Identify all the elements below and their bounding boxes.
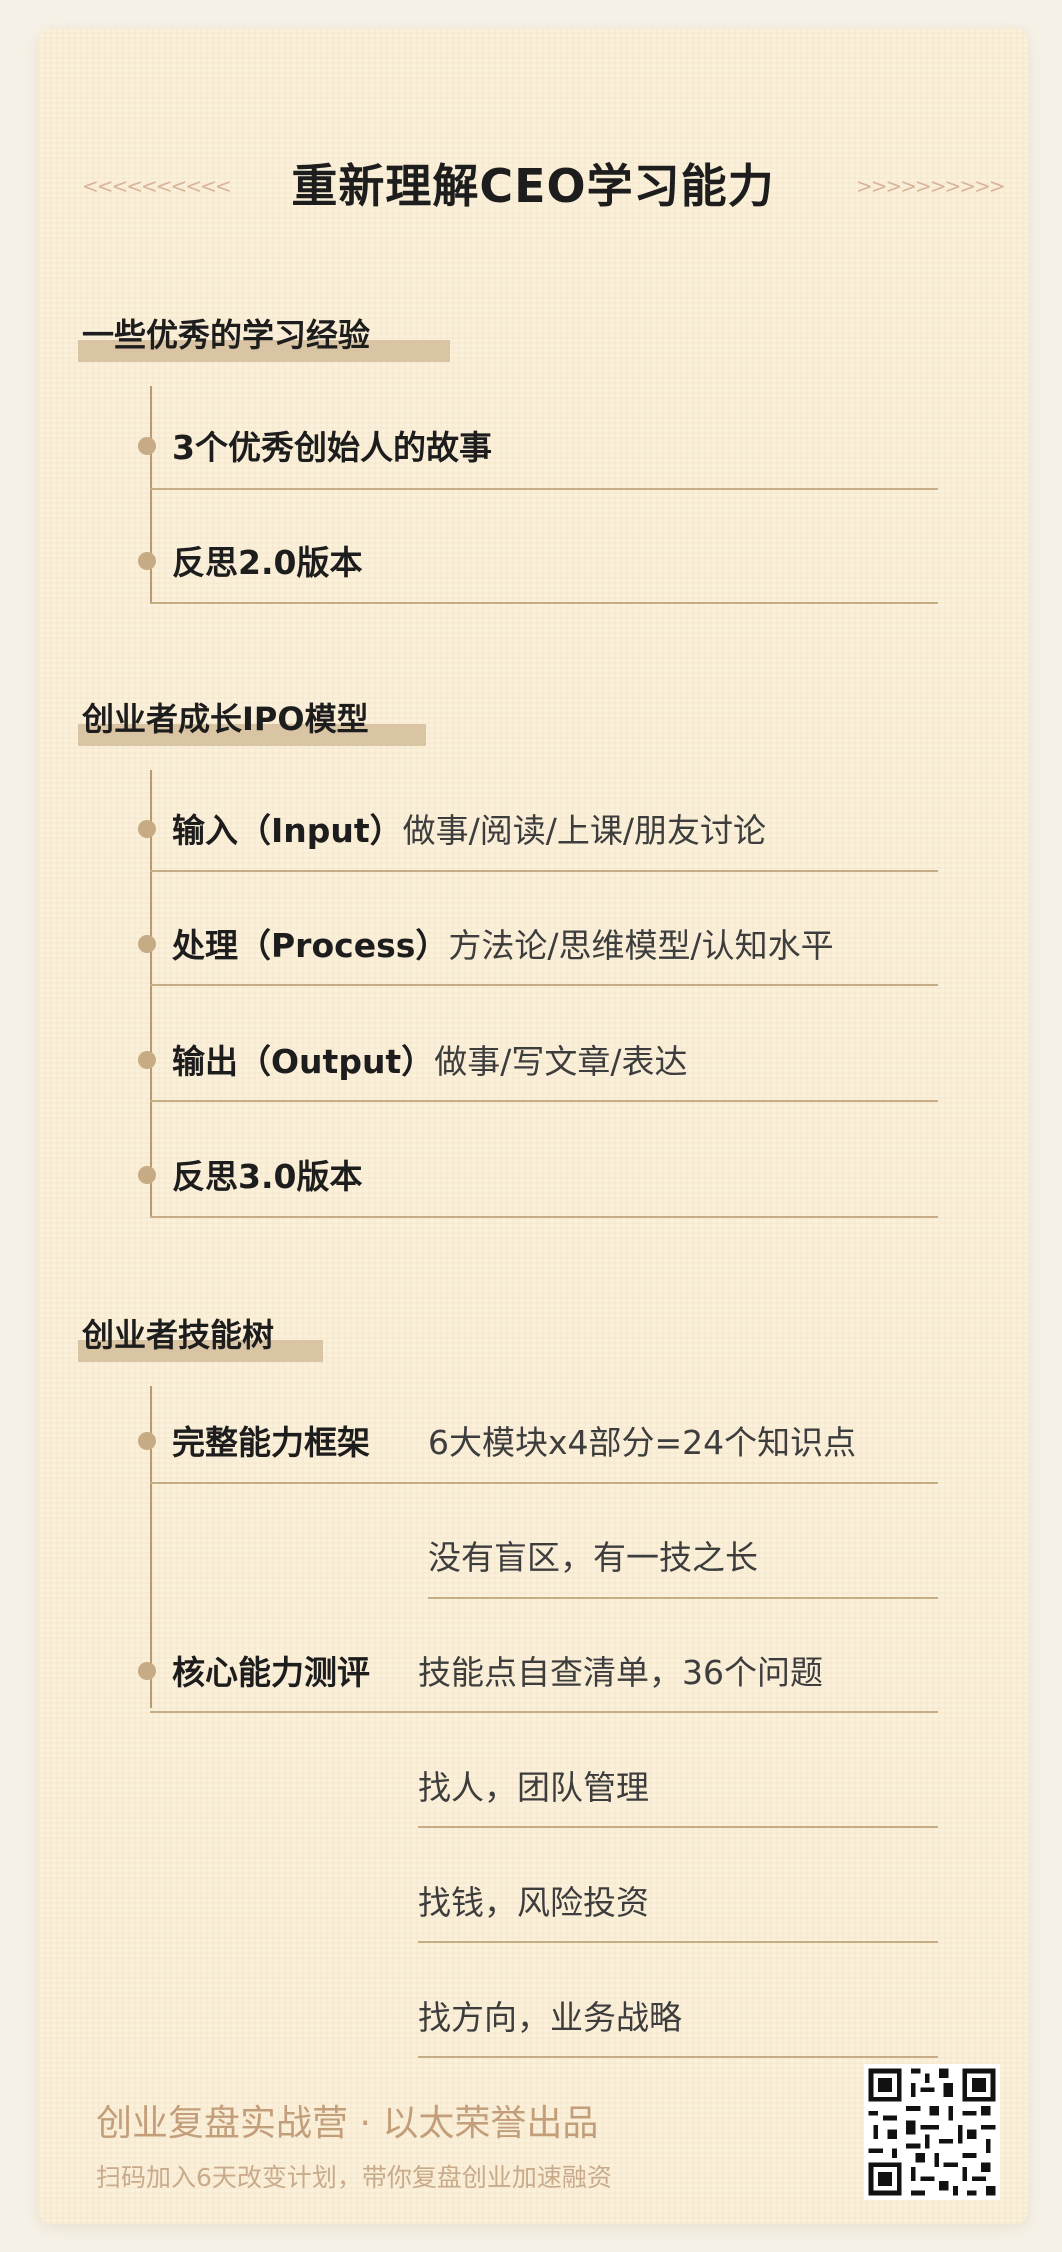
section-title-ipo-model: 创业者成长IPO模型 [82, 700, 369, 738]
item-reflection-2: 反思2.0版本 [172, 543, 363, 582]
divider [150, 984, 938, 986]
footer-brand: 创业复盘实战营 · 以太荣誉出品 [96, 2103, 599, 2144]
item-detail: 找钱，风险投资 [418, 1883, 649, 1922]
divider [418, 2056, 938, 2058]
divider [150, 602, 938, 604]
item-reflection-3: 反思3.0版本 [172, 1157, 363, 1196]
tree-line [150, 386, 152, 602]
item-detail: 技能点自查清单，36个问题 [418, 1653, 823, 1692]
divider [150, 1482, 938, 1484]
footer-subtitle: 扫码加入6天改变计划，带你复盘创业加速融资 [96, 2163, 612, 2192]
bullet-dot [138, 1432, 156, 1450]
chevron-right-decor-icon: >>>>>>>>>> [856, 174, 1006, 198]
divider [150, 870, 938, 872]
bullet-dot [138, 1166, 156, 1184]
bullet-dot [138, 935, 156, 953]
divider [428, 1597, 938, 1599]
divider [150, 488, 938, 490]
divider [418, 1941, 938, 1943]
item-output: 输出（Output）做事/写文章/表达 [172, 1042, 688, 1081]
bullet-dot [138, 437, 156, 455]
item-detail: 没有盲区，有一技之长 [428, 1538, 758, 1577]
qr-code-icon [864, 2064, 1000, 2200]
divider [150, 1100, 938, 1102]
item-detail: 找方向，业务战略 [418, 1998, 682, 2037]
bullet-dot [138, 552, 156, 570]
divider [150, 1711, 938, 1713]
item-ability-framework: 完整能力框架 [172, 1423, 370, 1462]
item-detail: 6大模块x4部分=24个知识点 [428, 1423, 857, 1462]
item-process: 处理（Process）方法论/思维模型/认知水平 [172, 926, 834, 965]
divider [418, 1826, 938, 1828]
item-core-assessment: 核心能力测评 [172, 1653, 370, 1692]
bullet-dot [138, 1051, 156, 1069]
item-input: 输入（Input）做事/阅读/上课/朋友讨论 [172, 811, 767, 850]
bullet-dot [138, 820, 156, 838]
section-title-learning: 一些优秀的学习经验 [82, 316, 371, 354]
divider [150, 1216, 938, 1218]
item-founder-stories: 3个优秀创始人的故事 [172, 428, 492, 467]
poster-card: <<<<<<<<<< 重新理解CEO学习能力 >>>>>>>>>> 一些优秀的学… [38, 28, 1028, 2224]
bullet-dot [138, 1662, 156, 1680]
section-title-skill-tree: 创业者技能树 [82, 1316, 275, 1354]
item-detail: 找人，团队管理 [418, 1768, 649, 1807]
